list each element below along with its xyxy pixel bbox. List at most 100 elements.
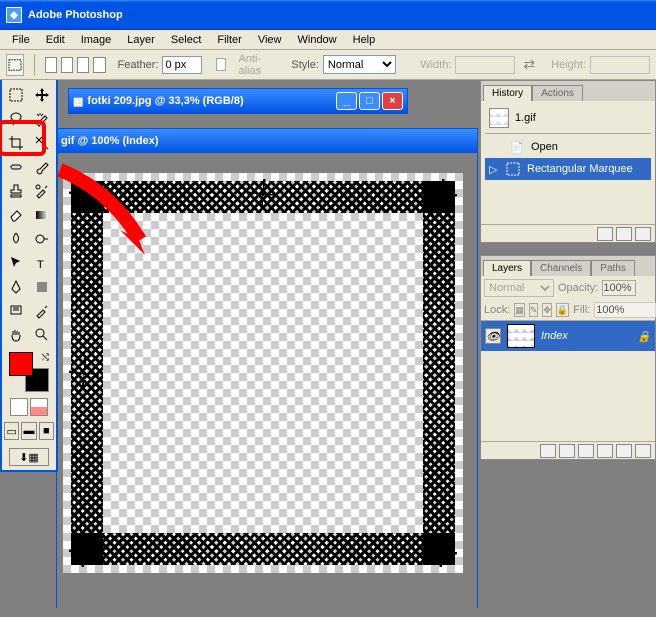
stamp-tool[interactable]	[4, 180, 28, 202]
layer-lock-icon: 🔒	[637, 330, 651, 343]
dodge-tool[interactable]	[30, 228, 54, 250]
history-label-open: Open	[531, 141, 558, 153]
foreground-color[interactable]	[9, 352, 33, 376]
visibility-icon[interactable]: 👁	[485, 328, 501, 344]
toolbox: T ⤭ ▭ ▬ ■ ⬇▦	[0, 80, 58, 472]
lock-transparency-icon[interactable]: ▦	[514, 303, 525, 317]
jump-imageready-icon[interactable]: ⬇▦	[9, 448, 49, 466]
zoom-tool[interactable]	[30, 324, 54, 346]
heal-tool[interactable]	[4, 156, 28, 178]
close-button[interactable]: ×	[382, 92, 403, 110]
path-select-tool[interactable]	[4, 252, 28, 274]
antialias-checkbox	[216, 58, 226, 71]
style-select[interactable]: Normal	[323, 55, 396, 74]
brush-tool[interactable]	[30, 156, 54, 178]
gradient-tool[interactable]	[30, 204, 54, 226]
delete-layer-icon[interactable]	[635, 444, 651, 458]
history-footer	[481, 224, 655, 242]
document-window-back[interactable]: ▦ fotki 209.jpg @ 33,3% (RGB/8) _ □ ×	[68, 88, 408, 114]
new-selection-icon[interactable]	[45, 57, 57, 73]
feather-input[interactable]	[162, 56, 202, 74]
pen-tool[interactable]	[4, 276, 28, 298]
menu-help[interactable]: Help	[345, 32, 384, 48]
tab-paths[interactable]: Paths	[591, 260, 635, 276]
document-titlebar-back[interactable]: ▦ fotki 209.jpg @ 33,3% (RGB/8) _ □ ×	[69, 89, 407, 113]
snapshot-label: 1.gif	[515, 112, 536, 124]
marquee-tool[interactable]	[4, 84, 28, 106]
notes-tool[interactable]	[4, 300, 28, 322]
tool-preset-picker[interactable]	[6, 54, 24, 76]
tab-actions[interactable]: Actions	[532, 85, 583, 101]
layer-row[interactable]: 👁 Index 🔒	[481, 321, 655, 351]
crop-tool[interactable]	[4, 132, 28, 154]
new-set-icon[interactable]	[578, 444, 594, 458]
canvas[interactable]	[63, 173, 463, 573]
screen-standard-icon[interactable]: ▭	[4, 422, 19, 440]
snapshot-thumb-icon	[489, 108, 509, 128]
document-icon: ▦	[73, 95, 83, 108]
blur-tool[interactable]	[4, 228, 28, 250]
shape-tool[interactable]	[30, 276, 54, 298]
menu-select[interactable]: Select	[163, 32, 210, 48]
lasso-tool[interactable]	[4, 108, 28, 130]
document-window-front[interactable]: gif @ 100% (Index)	[56, 128, 478, 608]
new-snapshot-icon[interactable]	[616, 227, 632, 241]
swap-colors-icon[interactable]: ⤭	[42, 352, 49, 363]
slice-tool[interactable]	[30, 132, 54, 154]
blend-mode-select: Normal	[484, 279, 554, 297]
new-layer-icon[interactable]	[616, 444, 632, 458]
opacity-input	[602, 280, 636, 296]
opacity-label: Opacity:	[558, 282, 598, 294]
standard-mode-icon[interactable]	[10, 398, 28, 416]
menu-edit[interactable]: Edit	[38, 32, 73, 48]
layers-footer	[481, 441, 655, 459]
lock-label: Lock:	[484, 304, 510, 316]
menu-filter[interactable]: Filter	[209, 32, 249, 48]
layer-mask-icon[interactable]	[559, 444, 575, 458]
screen-full-icon[interactable]: ■	[39, 422, 54, 440]
tab-channels[interactable]: Channels	[531, 260, 591, 276]
history-snapshot[interactable]: 1.gif	[485, 105, 651, 131]
history-item-marquee[interactable]: ▷ Rectangular Marquee	[485, 158, 651, 180]
width-input	[455, 56, 515, 74]
tab-layers[interactable]: Layers	[483, 260, 531, 276]
adjustment-layer-icon[interactable]	[597, 444, 613, 458]
type-tool[interactable]: T	[30, 252, 54, 274]
wand-tool[interactable]	[30, 108, 54, 130]
eyedropper-tool[interactable]	[30, 300, 54, 322]
subtract-selection-icon[interactable]	[77, 57, 89, 73]
marquee-icon	[505, 161, 521, 177]
minimize-button[interactable]: _	[336, 92, 357, 110]
quickmask-mode-icon[interactable]	[30, 398, 48, 416]
eraser-tool[interactable]	[4, 204, 28, 226]
height-label: Height:	[551, 59, 586, 71]
layer-thumb-icon	[507, 324, 535, 348]
maximize-button[interactable]: □	[359, 92, 380, 110]
ornamental-frame	[63, 173, 463, 573]
menu-window[interactable]: Window	[290, 32, 345, 48]
new-doc-from-state-icon[interactable]	[597, 227, 613, 241]
menu-image[interactable]: Image	[73, 32, 120, 48]
history-brush-tool[interactable]	[30, 180, 54, 202]
menu-file[interactable]: File	[4, 32, 38, 48]
lock-pixels-icon[interactable]: ✎	[529, 303, 539, 317]
intersect-selection-icon[interactable]	[93, 57, 105, 73]
document-title-back: fotki 209.jpg @ 33,3% (RGB/8)	[87, 95, 243, 107]
menu-view[interactable]: View	[250, 32, 290, 48]
document-titlebar-front[interactable]: gif @ 100% (Index)	[57, 129, 477, 153]
lock-all-icon[interactable]: 🔒	[556, 303, 569, 317]
color-picker[interactable]: ⤭	[9, 352, 49, 392]
document-canvas-area[interactable]	[57, 153, 477, 609]
svg-text:T: T	[37, 259, 44, 271]
menu-layer[interactable]: Layer	[119, 32, 163, 48]
screen-full-menubar-icon[interactable]: ▬	[21, 422, 36, 440]
add-selection-icon[interactable]	[61, 57, 73, 73]
delete-state-icon[interactable]	[635, 227, 651, 241]
history-item-open[interactable]: 📄 Open	[485, 136, 651, 158]
hand-tool[interactable]	[4, 324, 28, 346]
lock-position-icon[interactable]: ✥	[542, 303, 552, 317]
tab-history[interactable]: History	[483, 85, 532, 101]
layer-style-icon[interactable]	[540, 444, 556, 458]
document-title-front: gif @ 100% (Index)	[61, 135, 159, 147]
move-tool[interactable]	[30, 84, 54, 106]
